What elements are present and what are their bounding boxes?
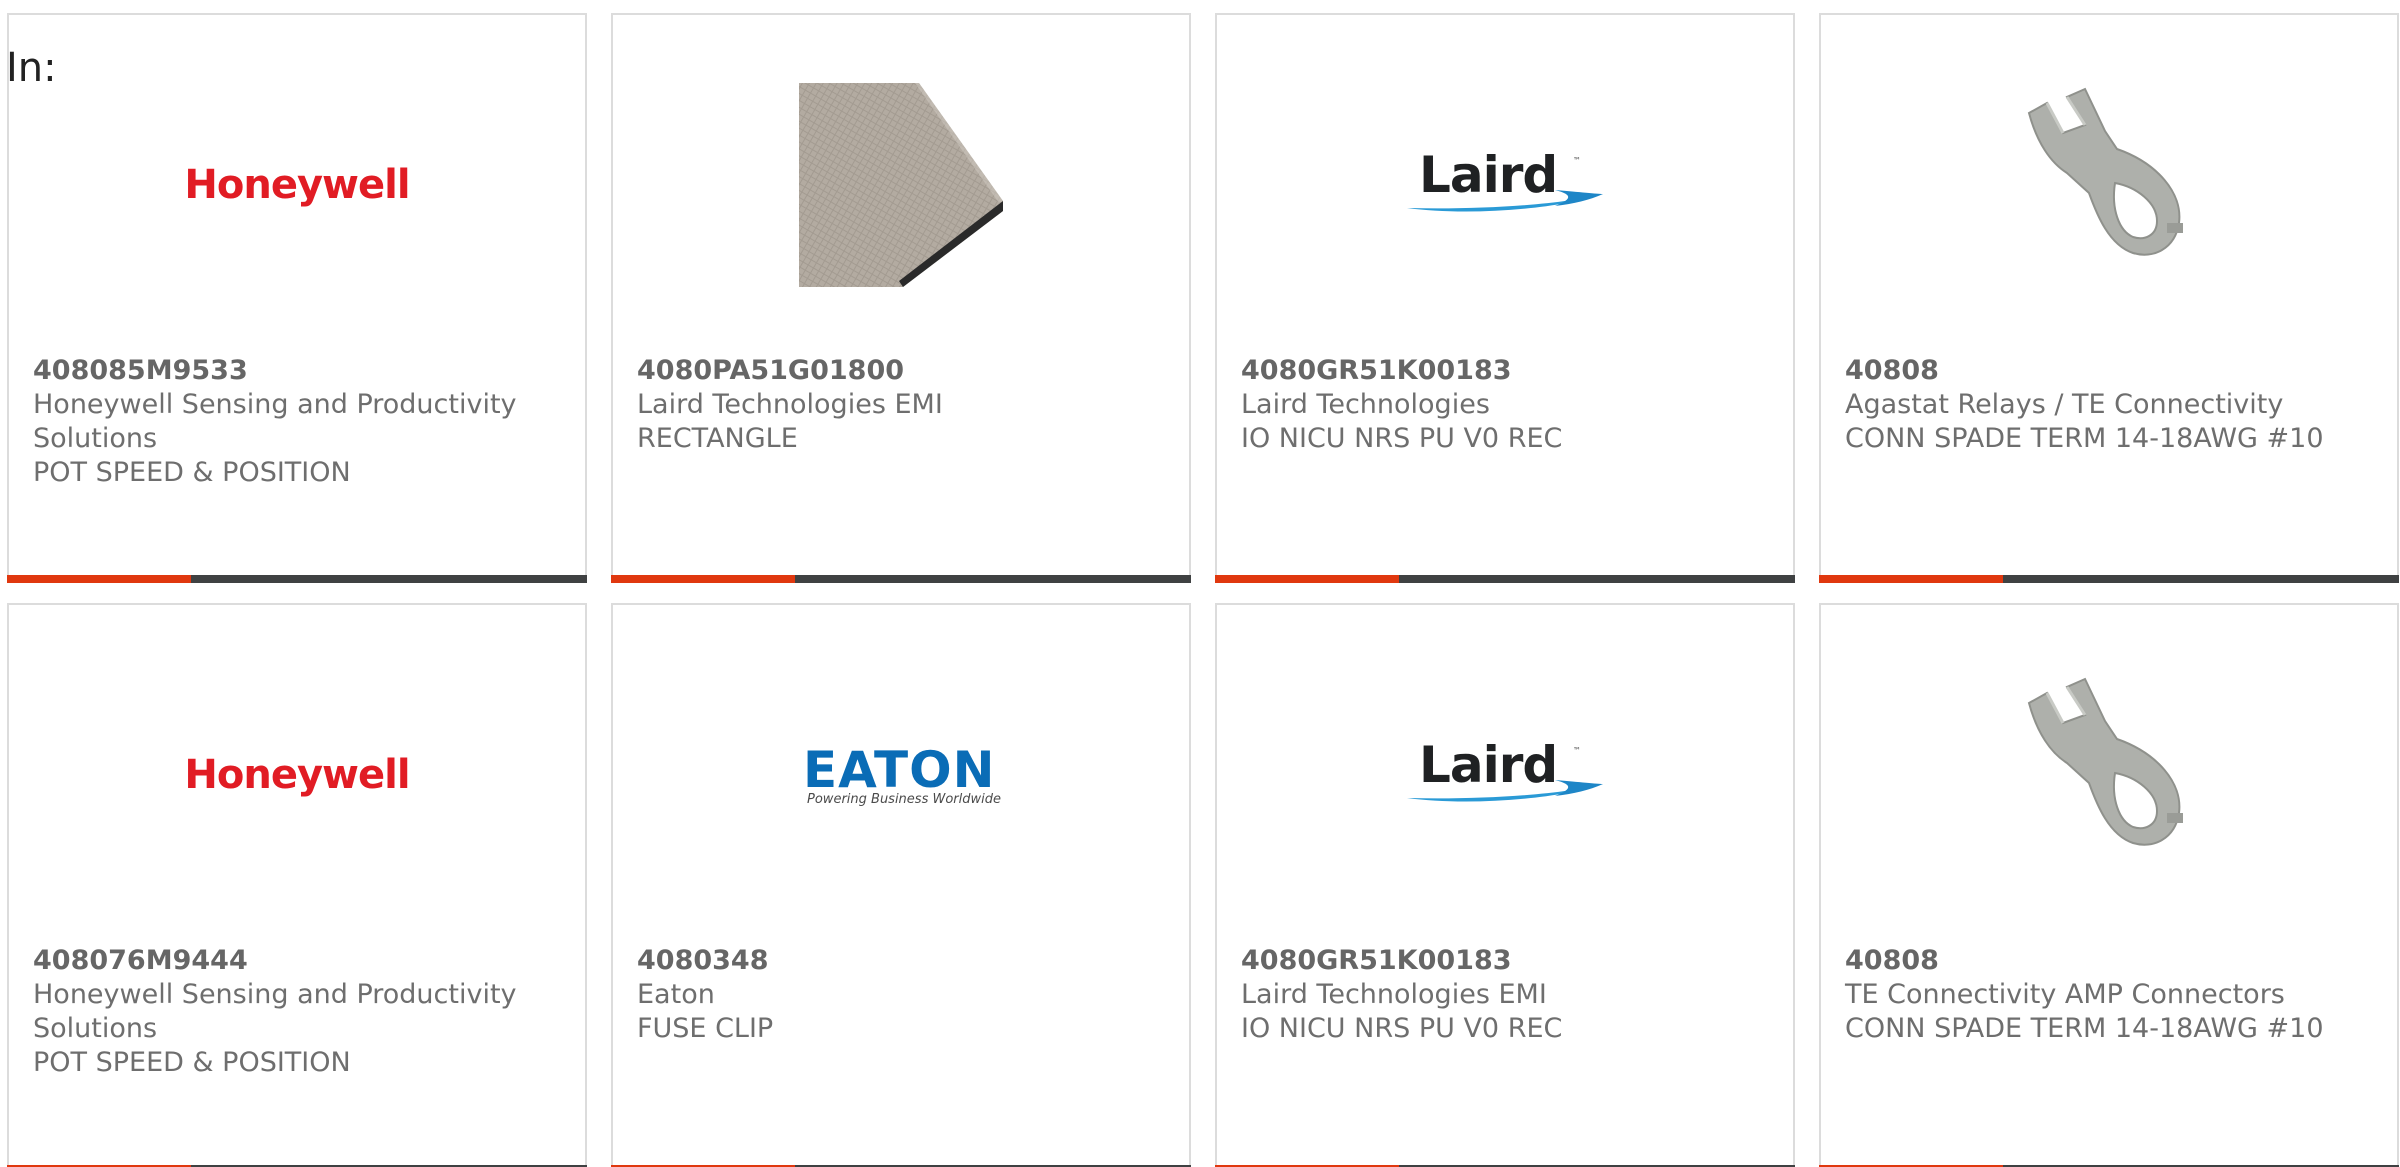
product-manufacturer: Agastat Relays / TE Connectivity	[1845, 389, 2284, 420]
filter-in-label: In:	[6, 45, 57, 91]
product-results-page: Honeywell 408085M9533 Honeywell Sensing …	[0, 0, 2400, 1167]
product-info: 4080PA51G01800 Laird Technologies EMI RE…	[637, 354, 1157, 456]
product-description: RECTANGLE	[637, 423, 798, 454]
product-manufacturer: Eaton	[637, 979, 715, 1010]
laird-logo-text: Laird	[1419, 146, 1558, 204]
product-info: 4080GR51K00183 Laird Technologies EMI IO…	[1241, 944, 1761, 1046]
product-part-number[interactable]: 4080PA51G01800	[637, 354, 1157, 388]
card-progress-bar-accent	[1819, 575, 2003, 583]
product-card[interactable]: 4080PA51G01800 Laird Technologies EMI RE…	[611, 13, 1191, 583]
product-card[interactable]: 40808 TE Connectivity AMP Connectors CON…	[1819, 603, 2399, 1167]
product-part-number[interactable]: 408076M9444	[33, 944, 553, 978]
honeywell-logo: Honeywell	[184, 752, 410, 798]
product-description: POT SPEED & POSITION	[33, 1047, 351, 1078]
card-progress-bar	[1215, 575, 1795, 583]
gasket-photo-icon	[799, 83, 1003, 287]
product-description: POT SPEED & POSITION	[33, 457, 351, 488]
card-progress-bar-accent	[611, 575, 795, 583]
product-part-number[interactable]: 4080348	[637, 944, 1157, 978]
product-image	[1821, 85, 2397, 285]
product-image: EATON Powering Business Worldwide	[613, 675, 1189, 875]
product-info: 4080348 Eaton FUSE CLIP	[637, 944, 1157, 1046]
product-card[interactable]: Honeywell 408085M9533 Honeywell Sensing …	[7, 13, 587, 583]
laird-logo-trademark: ™	[1573, 156, 1581, 165]
product-manufacturer: Laird Technologies	[1241, 389, 1490, 420]
product-part-number[interactable]: 408085M9533	[33, 354, 553, 388]
laird-logo-trademark: ™	[1573, 746, 1581, 755]
product-info: 40808 TE Connectivity AMP Connectors CON…	[1845, 944, 2365, 1046]
product-description: CONN SPADE TERM 14-18AWG #10	[1845, 1013, 2324, 1044]
product-part-number[interactable]: 40808	[1845, 944, 2365, 978]
product-info: 408076M9444 Honeywell Sensing and Produc…	[33, 944, 553, 1080]
product-info: 408085M9533 Honeywell Sensing and Produc…	[33, 354, 553, 490]
product-description: FUSE CLIP	[637, 1013, 774, 1044]
spade-terminal-photo-icon	[2027, 677, 2183, 846]
spade-terminal-photo-icon	[2027, 87, 2183, 256]
product-info: 4080GR51K00183 Laird Technologies IO NIC…	[1241, 354, 1761, 456]
product-card[interactable]: Honeywell 408076M9444 Honeywell Sensing …	[7, 603, 587, 1167]
product-manufacturer: Honeywell Sensing and Productivity Solut…	[33, 979, 517, 1044]
product-info: 40808 Agastat Relays / TE Connectivity C…	[1845, 354, 2365, 456]
honeywell-logo: Honeywell	[184, 162, 410, 208]
product-card[interactable]: EATON Powering Business Worldwide 4080348…	[611, 603, 1191, 1167]
product-card[interactable]: Laird ™ 4080GR51K00183 Laird Technologies…	[1215, 13, 1795, 583]
card-progress-bar-accent	[7, 575, 191, 583]
product-manufacturer: Laird Technologies EMI	[637, 389, 943, 420]
product-manufacturer: Honeywell Sensing and Productivity Solut…	[33, 389, 517, 454]
eaton-logo: EATON Powering Business Worldwide	[801, 744, 1001, 807]
product-manufacturer: Laird Technologies EMI	[1241, 979, 1547, 1010]
product-part-number[interactable]: 4080GR51K00183	[1241, 354, 1761, 388]
product-description: IO NICU NRS PU V0 REC	[1241, 423, 1563, 454]
product-image: Laird ™	[1217, 675, 1793, 875]
product-card[interactable]: 40808 Agastat Relays / TE Connectivity C…	[1819, 13, 2399, 583]
product-image	[1821, 675, 2397, 875]
laird-logo: Laird ™	[1405, 736, 1605, 810]
product-description: IO NICU NRS PU V0 REC	[1241, 1013, 1563, 1044]
eaton-logo-text: EATON	[803, 740, 996, 799]
product-manufacturer: TE Connectivity AMP Connectors	[1845, 979, 2285, 1010]
product-image: Honeywell	[9, 85, 585, 285]
product-image: Laird ™	[1217, 85, 1793, 285]
product-image	[613, 83, 1189, 287]
product-image: Honeywell	[9, 675, 585, 875]
laird-logo: Laird ™	[1405, 146, 1605, 220]
card-progress-bar	[7, 575, 587, 583]
product-grid: Honeywell 408085M9533 Honeywell Sensing …	[7, 13, 2399, 1167]
laird-logo-text: Laird	[1419, 736, 1558, 794]
card-progress-bar-accent	[1215, 575, 1399, 583]
product-description: CONN SPADE TERM 14-18AWG #10	[1845, 423, 2324, 454]
product-card[interactable]: Laird ™ 4080GR51K00183 Laird Technologies…	[1215, 603, 1795, 1167]
product-part-number[interactable]: 4080GR51K00183	[1241, 944, 1761, 978]
card-progress-bar	[1819, 575, 2399, 583]
card-progress-bar	[611, 575, 1191, 583]
product-part-number[interactable]: 40808	[1845, 354, 2365, 388]
eaton-logo-tagline: Powering Business Worldwide	[807, 791, 1001, 807]
